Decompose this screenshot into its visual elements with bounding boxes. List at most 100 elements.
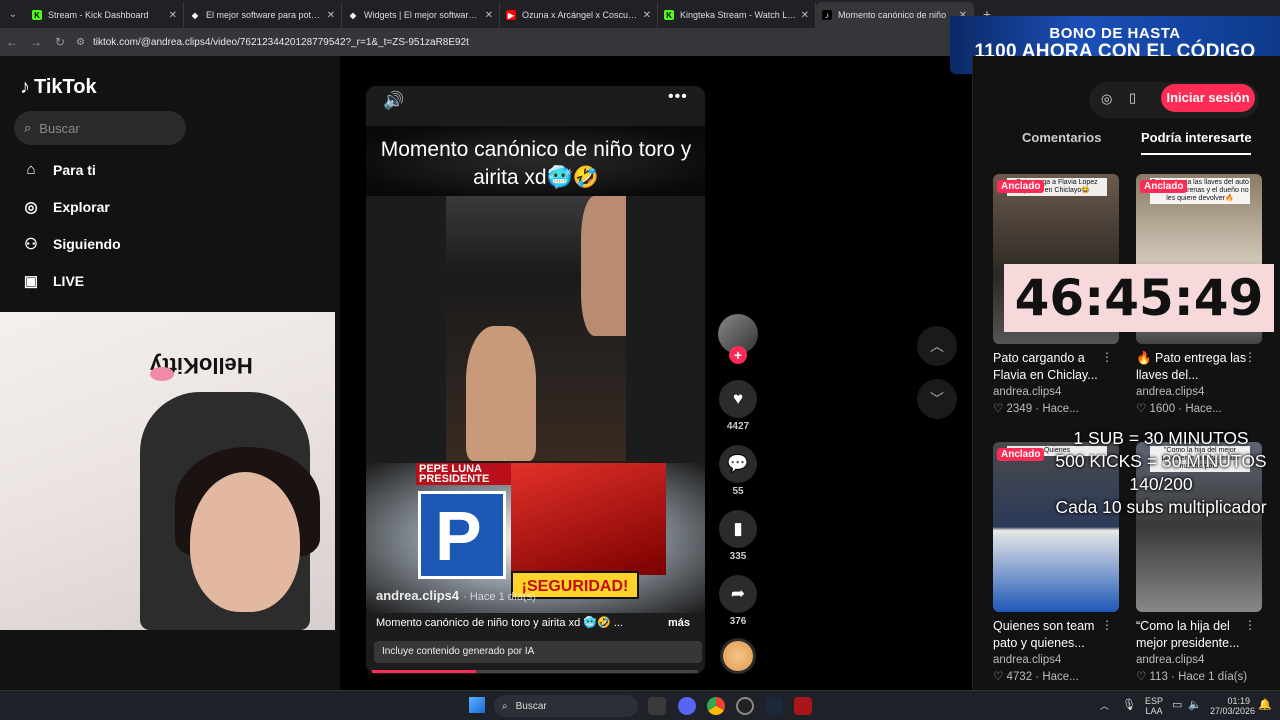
back-button[interactable]: ← [0,35,24,49]
card-menu-icon[interactable]: ⋮ [1244,350,1256,364]
share-action[interactable]: ➦ 376 [719,575,757,627]
start-button[interactable] [469,697,485,713]
stream-timer: 46:45:49 [1004,264,1274,332]
login-button[interactable]: Iniciar sesión [1161,84,1255,112]
explore-icon[interactable]: ◎ [1101,91,1112,107]
video-player[interactable]: 🔊 ••• Momento canónico de niño toro y ai… [366,86,705,674]
notification-icon[interactable]: 🔔 [1258,700,1272,711]
obs-icon[interactable] [736,697,754,715]
card-title[interactable]: 🔥 Pato entrega las llaves del... [1136,350,1250,384]
tab-close-icon[interactable]: ✕ [643,10,651,21]
discord-icon[interactable] [678,697,696,715]
tab-close-icon[interactable]: ✕ [485,10,493,21]
heart-outline-icon: ♡ [993,403,1007,415]
comment-count: 55 [732,486,744,497]
pinned-badge: Anclado [997,448,1045,461]
card-title[interactable]: Quienes son team pato y quienes... [993,618,1107,652]
logo-text: TikTok [34,76,97,98]
video-author[interactable]: andrea.clips4 · Hace 1 día(s) [376,588,536,603]
save-action[interactable]: ▮ 335 [719,510,757,562]
clock[interactable]: 01:19 27/03/2026 [1210,696,1255,716]
tab-close-icon[interactable]: ✕ [801,10,809,21]
ad-party-logo: P [418,491,506,579]
tab-search-menu[interactable]: ⌄ [0,0,26,28]
progress-fill [372,670,477,673]
phone-icon[interactable]: ▯ [1129,90,1136,106]
browser-tab[interactable]: ▶ Ozuna x Arcángel x Cosculluela ✕ [500,2,658,28]
browser-tab[interactable]: K Stream - Kick Dashboard ✕ [26,2,184,28]
windows-taskbar: ⌕ Buscar ︿ 🎙 ESP LAA ▭ 🔈 01:19 27/03/2026 🔔 [0,690,1280,720]
card-menu-icon[interactable]: ⋮ [1244,618,1256,632]
tab-close-icon[interactable]: ✕ [327,10,335,21]
nav-label: Siguiendo [53,236,121,252]
card-author[interactable]: andrea.clips4 [1136,654,1262,666]
card-title[interactable]: “Como la hija del mejor presidente... [1136,618,1250,652]
tab-favicon-icon: K [32,10,42,20]
card-author[interactable]: andrea.clips4 [993,654,1119,666]
tray-overflow-icon[interactable]: ︿ [1100,701,1109,711]
pinned-badge: Anclado [997,180,1045,193]
forward-button[interactable]: → [24,35,48,49]
right-panel: ◎ ▯ Iniciar sesión Comentarios Podría in… [972,56,1280,690]
url-field[interactable]: ⚙ tiktok.com/@andrea.clips4/video/762123… [76,37,469,48]
card-title[interactable]: Pato cargando a Flavia en Chiclay... [993,350,1107,384]
video-title-text: Momento canónico de niño toro y airita x… [380,138,692,189]
mic-icon[interactable]: 🎙 [1122,700,1136,711]
card-menu-icon[interactable]: ⋮ [1101,618,1113,632]
nav-item-para-ti[interactable]: ⌂ Para ti [20,161,95,178]
steam-icon[interactable] [765,697,783,715]
tab-favicon-icon: K [664,10,674,20]
volume-icon[interactable]: 🔊 [383,91,404,111]
previous-video-button[interactable]: ︿ [917,326,957,366]
app-icon[interactable] [794,697,812,715]
volume-tray-icon[interactable]: 🔈 [1188,700,1202,711]
panel-tabs: Comentarios Podría interesarte [993,126,1263,156]
promo-line1: BONO DE HASTA [1049,25,1181,42]
tiktok-note-icon: ♪ [20,76,30,98]
follow-plus-icon[interactable]: + [729,346,747,364]
like-action[interactable]: ♥ 4427 [719,380,757,432]
next-video-button[interactable]: ﹀ [917,379,957,419]
site-info-icon[interactable]: ⚙ [76,37,85,48]
posted-time: · Hace 1 día(s) [463,591,536,603]
reload-button[interactable]: ↻ [48,35,72,49]
browser-tab[interactable]: K Kingteka Stream - Watch Live on ✕ [658,2,816,28]
taskbar-search[interactable]: ⌕ Buscar [494,695,638,717]
task-view-icon[interactable] [648,697,666,715]
tab-title: Ozuna x Arcángel x Cosculluela [522,10,639,20]
language-indicator[interactable]: ESP LAA [1145,696,1163,716]
nav-item-live[interactable]: ▣ LIVE [20,272,84,290]
music-disc-icon[interactable] [720,638,756,674]
pinned-badge: Anclado [1140,180,1188,193]
caption-more-link[interactable]: más [668,617,690,629]
search-input[interactable]: ⌕ Buscar [14,111,186,145]
chrome-icon[interactable] [707,697,725,715]
ad-banner: PEPE LUNA PRESIDENTE [416,463,511,485]
comment-action[interactable]: 💬 55 [719,445,757,497]
subathon-rules: 1 SUB = 30 MINUTOS 500 KICKS = 30 MINUTO… [1042,427,1280,519]
tab-comments[interactable]: Comentarios [1022,130,1101,145]
tab-favicon-icon: ◆ [349,10,357,20]
tab-close-icon[interactable]: ✕ [169,10,177,21]
network-icon[interactable]: ▭ [1172,700,1182,711]
tab-title: Momento canónico de niño [838,10,947,20]
tab-list: K Stream - Kick Dashboard ✕ ◆ El mejor softw… [26,0,974,28]
tab-suggested[interactable]: Podría interesarte [1141,130,1252,145]
card-author[interactable]: andrea.clips4 [1136,386,1262,398]
active-tab-indicator [1141,153,1251,155]
browser-tab[interactable]: ◆ Widgets | El mejor software para ✕ [342,2,500,28]
browser-tab[interactable]: ◆ El mejor software para potenciar ✕ [184,2,342,28]
tab-title: Stream - Kick Dashboard [48,10,149,20]
nav-item-explorar[interactable]: ◎ Explorar [20,198,110,216]
search-placeholder: Buscar [39,120,80,136]
home-icon: ⌂ [26,161,36,178]
more-options-icon[interactable]: ••• [668,88,688,106]
card-menu-icon[interactable]: ⋮ [1101,350,1113,364]
like-count: 4427 [726,421,750,432]
nav-label: Explorar [53,199,110,215]
nav-item-siguiendo[interactable]: ⚇ Siguiendo [20,235,121,253]
video-progress-bar[interactable] [372,670,698,673]
card-author[interactable]: andrea.clips4 [993,386,1119,398]
tiktok-logo[interactable]: ♪ TikTok [20,76,97,99]
url-text: tiktok.com/@andrea.clips4/video/76212344… [92,36,469,48]
